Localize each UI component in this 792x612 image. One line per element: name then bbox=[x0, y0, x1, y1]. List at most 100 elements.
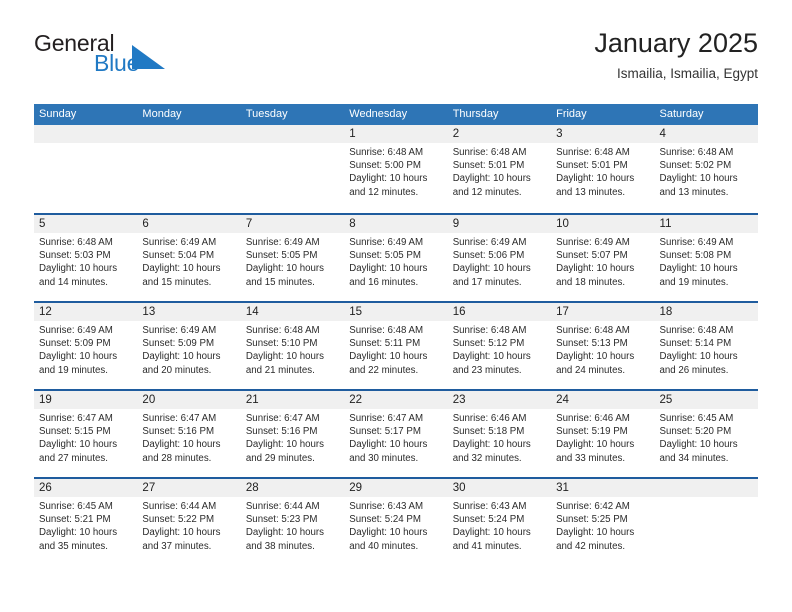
day-number: 2 bbox=[447, 125, 552, 143]
day-sun-info: Sunrise: 6:47 AM Sunset: 5:16 PM Daylight:… bbox=[137, 409, 240, 465]
sunset-text: Sunset: 5:23 PM bbox=[245, 514, 318, 526]
day-sun-info: Sunrise: 6:43 AM Sunset: 5:24 PM Daylight:… bbox=[448, 497, 551, 553]
daylight-text: Daylight: 10 hours and 13 minutes. bbox=[556, 173, 635, 198]
calendar-day-cell[interactable]: 29 Sunrise: 6:43 AM Sunset: 5:24 PM Dayligh… bbox=[344, 479, 448, 565]
daylight-text: Daylight: 10 hours and 37 minutes. bbox=[142, 527, 221, 552]
calendar-day-cell[interactable]: 1 Sunrise: 6:48 AM Sunset: 5:00 PM Daylight… bbox=[344, 125, 448, 213]
calendar-day-cell[interactable]: 2 Sunrise: 6:48 AM Sunset: 5:01 PM Daylight… bbox=[447, 125, 552, 213]
calendar-day-cell[interactable]: 23 Sunrise: 6:46 AM Sunset: 5:18 PM Dayligh… bbox=[447, 391, 552, 477]
sunset-text: Sunset: 5:11 PM bbox=[349, 338, 421, 350]
calendar-day-cell[interactable]: 6 Sunrise: 6:49 AM Sunset: 5:04 PM Daylight… bbox=[137, 215, 241, 301]
calendar-day-cell[interactable]: 17 Sunrise: 6:48 AM Sunset: 5:13 PM Dayligh… bbox=[551, 303, 655, 389]
day-number bbox=[654, 479, 758, 497]
calendar-day-cell[interactable]: 4 Sunrise: 6:48 AM Sunset: 5:02 PM Daylight… bbox=[654, 125, 758, 213]
sunset-text: Sunset: 5:19 PM bbox=[556, 426, 628, 438]
sunset-text: Sunset: 5:20 PM bbox=[659, 426, 732, 438]
daylight-text: Daylight: 10 hours and 24 minutes. bbox=[556, 351, 635, 376]
sunrise-text: Sunrise: 6:48 AM bbox=[556, 147, 630, 158]
day-sun-info: Sunrise: 6:49 AM Sunset: 5:05 PM Daylight:… bbox=[344, 233, 447, 289]
day-number: 26 bbox=[34, 479, 138, 497]
day-number: 23 bbox=[447, 391, 552, 409]
calendar-day-cell[interactable]: 22 Sunrise: 6:47 AM Sunset: 5:17 PM Dayligh… bbox=[344, 391, 448, 477]
sunrise-text: Sunrise: 6:49 AM bbox=[142, 325, 217, 336]
daylight-text: Daylight: 10 hours and 35 minutes. bbox=[39, 527, 118, 552]
sunset-text: Sunset: 5:01 PM bbox=[556, 160, 628, 172]
calendar-day-cell[interactable]: 27 Sunrise: 6:44 AM Sunset: 5:22 PM Dayligh… bbox=[137, 479, 241, 565]
weekday-header-saturday: Saturday bbox=[659, 108, 704, 120]
calendar-day-cell[interactable]: 28 Sunrise: 6:44 AM Sunset: 5:23 PM Dayligh… bbox=[240, 479, 345, 565]
sunset-text: Sunset: 5:16 PM bbox=[245, 426, 318, 438]
daylight-text: Daylight: 10 hours and 19 minutes. bbox=[39, 351, 118, 376]
sunset-text: Sunset: 5:08 PM bbox=[659, 250, 732, 262]
sunrise-text: Sunrise: 6:49 AM bbox=[659, 237, 734, 248]
day-sun-info: Sunrise: 6:48 AM Sunset: 5:01 PM Daylight:… bbox=[448, 143, 551, 199]
day-sun-info: Sunrise: 6:47 AM Sunset: 5:16 PM Daylight:… bbox=[241, 409, 344, 465]
calendar-day-cell[interactable]: 3 Sunrise: 6:48 AM Sunset: 5:01 PM Daylight… bbox=[551, 125, 655, 213]
day-number: 25 bbox=[654, 391, 758, 409]
day-sun-info: Sunrise: 6:48 AM Sunset: 5:11 PM Daylight:… bbox=[344, 321, 447, 377]
day-sun-info: Sunrise: 6:49 AM Sunset: 5:04 PM Daylight:… bbox=[137, 233, 240, 289]
calendar-day-cell[interactable]: 31 Sunrise: 6:42 AM Sunset: 5:25 PM Dayligh… bbox=[551, 479, 655, 565]
sunset-text: Sunset: 5:07 PM bbox=[556, 250, 628, 262]
day-sun-info: Sunrise: 6:47 AM Sunset: 5:17 PM Daylight:… bbox=[344, 409, 447, 465]
day-number: 27 bbox=[137, 479, 241, 497]
daylight-text: Daylight: 10 hours and 28 minutes. bbox=[142, 439, 221, 464]
calendar-day-cell[interactable]: 7 Sunrise: 6:49 AM Sunset: 5:05 PM Daylight… bbox=[240, 215, 345, 301]
sunrise-text: Sunrise: 6:43 AM bbox=[349, 501, 424, 512]
calendar-week-row: 5 Sunrise: 6:48 AM Sunset: 5:03 PM Daylight… bbox=[34, 213, 758, 301]
calendar-day-cell[interactable]: 25 Sunrise: 6:45 AM Sunset: 5:20 PM Dayligh… bbox=[654, 391, 758, 477]
day-number bbox=[137, 125, 241, 143]
day-number: 18 bbox=[654, 303, 758, 321]
day-number: 7 bbox=[240, 215, 345, 233]
calendar-day-cell[interactable]: 8 Sunrise: 6:49 AM Sunset: 5:05 PM Daylight… bbox=[344, 215, 448, 301]
day-sun-info: Sunrise: 6:45 AM Sunset: 5:20 PM Daylight:… bbox=[655, 409, 758, 465]
calendar-day-cell[interactable]: 12 Sunrise: 6:49 AM Sunset: 5:09 PM Dayligh… bbox=[34, 303, 138, 389]
title-block: January 2025 Ismailia, Ismailia, Egypt bbox=[594, 26, 758, 84]
daylight-text: Daylight: 10 hours and 16 minutes. bbox=[349, 263, 428, 288]
weekday-header-monday: Monday bbox=[142, 108, 182, 120]
weekday-header-friday: Friday bbox=[556, 108, 587, 120]
calendar-day-cell[interactable]: 30 Sunrise: 6:43 AM Sunset: 5:24 PM Dayligh… bbox=[447, 479, 552, 565]
calendar-day-cell-empty bbox=[654, 479, 758, 565]
sunrise-text: Sunrise: 6:48 AM bbox=[39, 237, 113, 248]
calendar-day-cell[interactable]: 11 Sunrise: 6:49 AM Sunset: 5:08 PM Dayligh… bbox=[654, 215, 758, 301]
day-number: 15 bbox=[344, 303, 448, 321]
day-number: 8 bbox=[344, 215, 448, 233]
calendar-day-cell[interactable]: 9 Sunrise: 6:49 AM Sunset: 5:06 PM Daylight… bbox=[447, 215, 552, 301]
calendar-weeks: 1 Sunrise: 6:48 AM Sunset: 5:00 PM Daylight… bbox=[34, 125, 758, 565]
calendar-day-cell[interactable]: 21 Sunrise: 6:47 AM Sunset: 5:16 PM Dayligh… bbox=[240, 391, 345, 477]
sunset-text: Sunset: 5:09 PM bbox=[142, 338, 215, 350]
day-number: 12 bbox=[34, 303, 138, 321]
daylight-text: Daylight: 10 hours and 17 minutes. bbox=[452, 263, 531, 288]
calendar-day-cell-empty bbox=[34, 125, 138, 213]
day-number bbox=[34, 125, 138, 143]
sunrise-text: Sunrise: 6:49 AM bbox=[556, 237, 630, 248]
calendar-day-cell[interactable]: 26 Sunrise: 6:45 AM Sunset: 5:21 PM Dayligh… bbox=[34, 479, 138, 565]
daylight-text: Daylight: 10 hours and 29 minutes. bbox=[245, 439, 324, 464]
sunrise-text: Sunrise: 6:48 AM bbox=[349, 147, 424, 158]
calendar-day-cell[interactable]: 24 Sunrise: 6:46 AM Sunset: 5:19 PM Dayligh… bbox=[551, 391, 655, 477]
day-number: 20 bbox=[137, 391, 241, 409]
calendar-day-cell[interactable]: 14 Sunrise: 6:48 AM Sunset: 5:10 PM Dayligh… bbox=[240, 303, 345, 389]
sunset-text: Sunset: 5:13 PM bbox=[556, 338, 628, 350]
day-sun-info: Sunrise: 6:49 AM Sunset: 5:05 PM Daylight:… bbox=[241, 233, 344, 289]
sunrise-text: Sunrise: 6:48 AM bbox=[659, 325, 734, 336]
calendar-day-cell[interactable]: 16 Sunrise: 6:48 AM Sunset: 5:12 PM Dayligh… bbox=[447, 303, 552, 389]
calendar-day-cell[interactable]: 18 Sunrise: 6:48 AM Sunset: 5:14 PM Dayligh… bbox=[654, 303, 758, 389]
daylight-text: Daylight: 10 hours and 15 minutes. bbox=[245, 263, 324, 288]
calendar-day-cell[interactable]: 13 Sunrise: 6:49 AM Sunset: 5:09 PM Dayligh… bbox=[137, 303, 241, 389]
daylight-text: Daylight: 10 hours and 15 minutes. bbox=[142, 263, 221, 288]
daylight-text: Daylight: 10 hours and 33 minutes. bbox=[556, 439, 635, 464]
daylight-text: Daylight: 10 hours and 12 minutes. bbox=[452, 173, 531, 198]
day-sun-info: Sunrise: 6:48 AM Sunset: 5:01 PM Daylight:… bbox=[551, 143, 654, 199]
calendar-day-cell[interactable]: 15 Sunrise: 6:48 AM Sunset: 5:11 PM Dayligh… bbox=[344, 303, 448, 389]
calendar-week-row: 26 Sunrise: 6:45 AM Sunset: 5:21 PM Dayligh… bbox=[34, 477, 758, 565]
day-sun-info: Sunrise: 6:44 AM Sunset: 5:23 PM Daylight:… bbox=[241, 497, 344, 553]
day-sun-info: Sunrise: 6:43 AM Sunset: 5:24 PM Daylight:… bbox=[344, 497, 447, 553]
calendar-day-cell[interactable]: 20 Sunrise: 6:47 AM Sunset: 5:16 PM Dayligh… bbox=[137, 391, 241, 477]
sunset-text: Sunset: 5:24 PM bbox=[452, 514, 525, 526]
calendar-day-cell[interactable]: 5 Sunrise: 6:48 AM Sunset: 5:03 PM Daylight… bbox=[34, 215, 138, 301]
calendar-day-cell[interactable]: 19 Sunrise: 6:47 AM Sunset: 5:15 PM Dayligh… bbox=[34, 391, 138, 477]
generalblue-logo[interactable]: General Blue bbox=[34, 32, 264, 92]
calendar-day-cell[interactable]: 10 Sunrise: 6:49 AM Sunset: 5:07 PM Dayligh… bbox=[551, 215, 655, 301]
